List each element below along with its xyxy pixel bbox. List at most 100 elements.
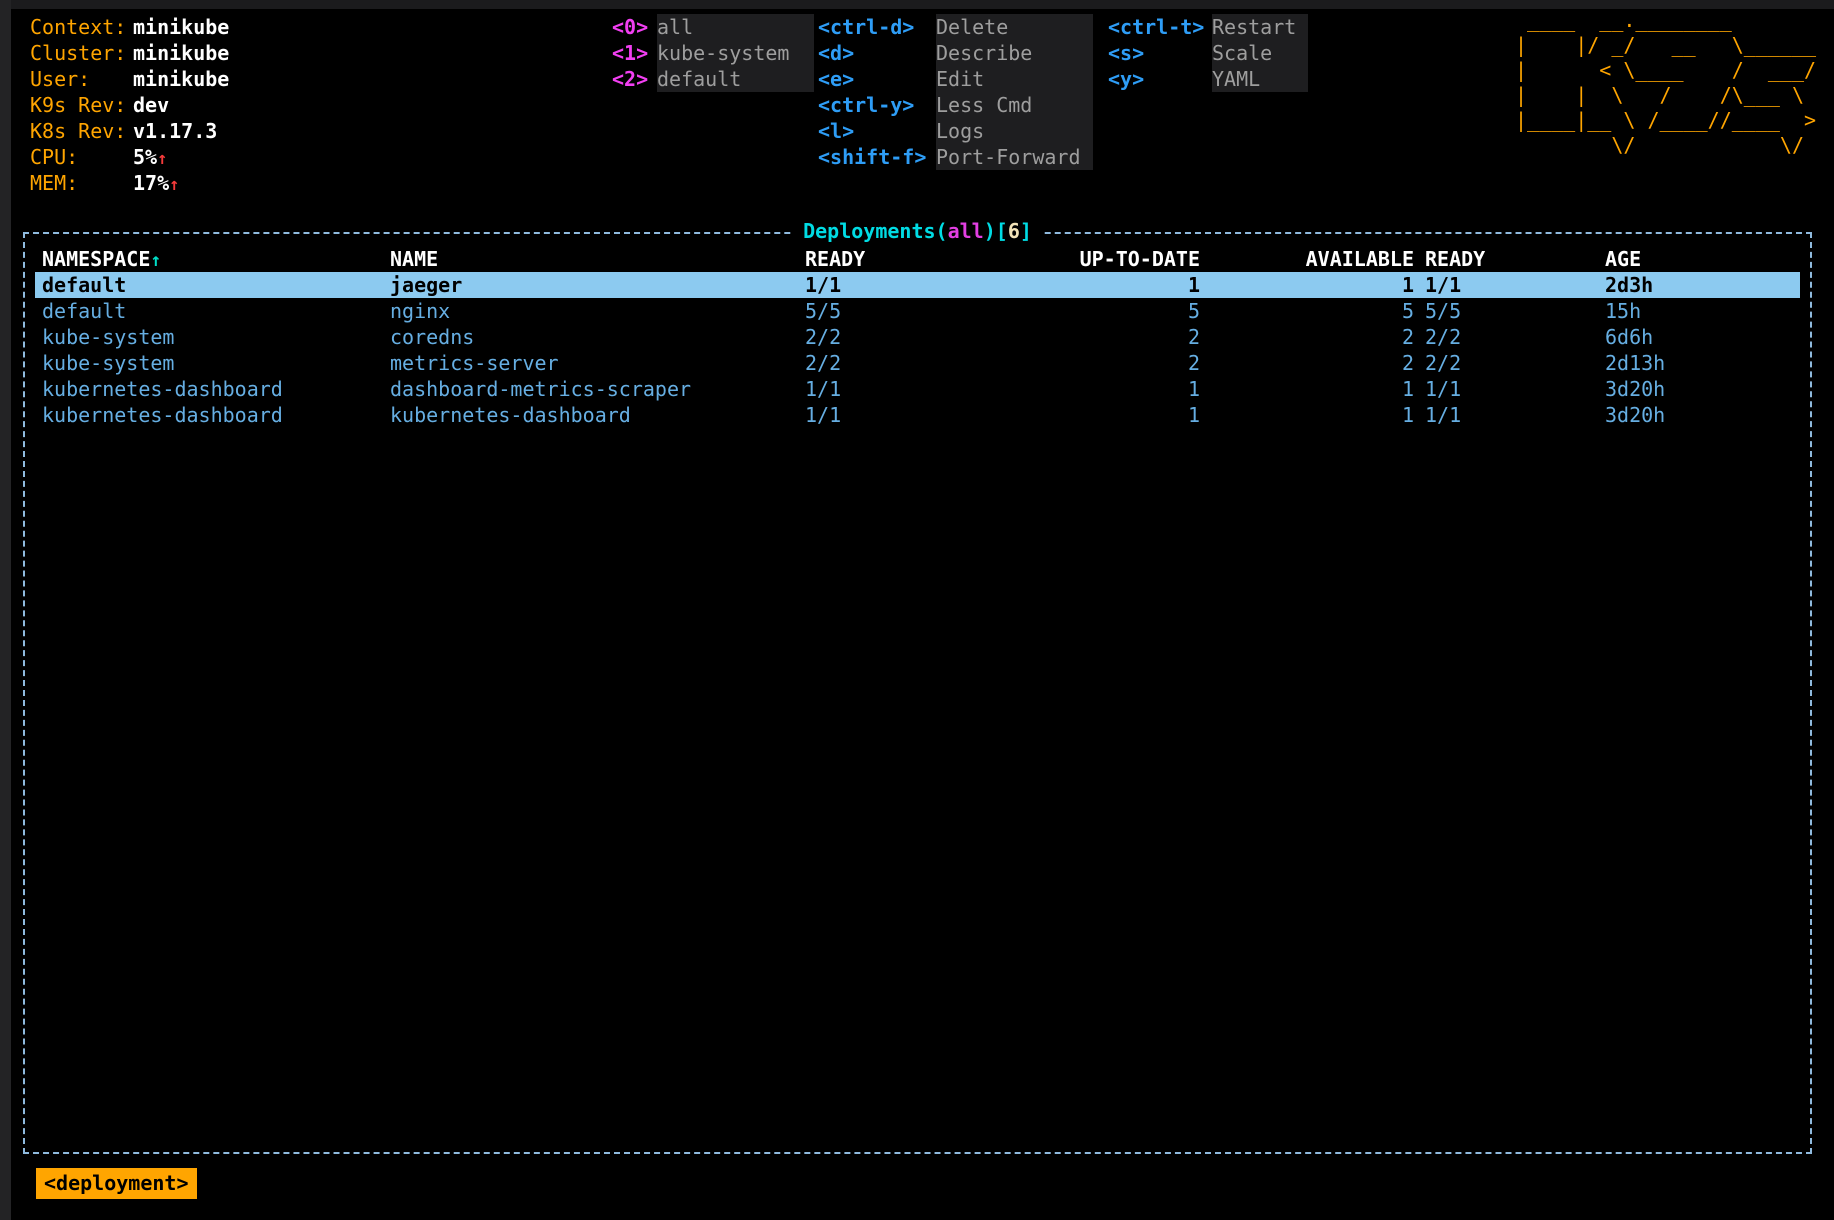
cell-ready: 1/1 xyxy=(805,272,1058,298)
shortcut-restart[interactable]: <ctrl-t>Restart xyxy=(1108,14,1308,40)
table-row-coredns[interactable]: kube-system coredns 2/2 2 2 2/2 6d6h xyxy=(35,324,1800,350)
logo-line: | < \____ / ___/ xyxy=(1515,58,1816,83)
shortcut-label: kube-system xyxy=(657,40,814,66)
shortcut-delete[interactable]: <ctrl-d>Delete xyxy=(818,14,1093,40)
info-value: dev xyxy=(133,93,169,117)
info-k9s-rev: K9s Rev:dev xyxy=(30,92,229,118)
cell-ready: 2/2 xyxy=(805,350,1058,376)
shortcut-label: YAML xyxy=(1212,66,1308,92)
info-user: User:minikube xyxy=(30,66,229,92)
column-header-ready2: READY xyxy=(1414,246,1605,272)
info-label: K8s Rev: xyxy=(30,118,133,144)
logo-line: ____ __.________ xyxy=(1515,8,1816,33)
info-label: Context: xyxy=(30,14,133,40)
shortcut-port-forward[interactable]: <shift-f>Port-Forward xyxy=(818,144,1093,170)
info-value: 5% xyxy=(133,145,157,169)
cell-available: 1 xyxy=(1200,272,1414,298)
cell-name: kubernetes-dashboard xyxy=(390,402,805,428)
deployments-panel: Deployments(all)[6] NAMESPACE↑ NAME READ… xyxy=(23,232,1812,1154)
shortcut-label: default xyxy=(657,66,814,92)
info-label: User: xyxy=(30,66,133,92)
deployments-table: NAMESPACE↑ NAME READY UP-TO-DATE AVAILAB… xyxy=(35,246,1800,428)
info-label: CPU: xyxy=(30,144,133,170)
cell-name: coredns xyxy=(390,324,805,350)
panel-title-punct: ] xyxy=(1020,219,1032,243)
shortcut-key: <ctrl-t> xyxy=(1108,14,1212,40)
cell-age: 6d6h xyxy=(1605,324,1800,350)
namespace-shortcut-kube-system[interactable]: <1>kube-system xyxy=(612,40,814,66)
cell-name: metrics-server xyxy=(390,350,805,376)
cell-ready: 1/1 xyxy=(805,376,1058,402)
action-shortcut-menu-2: <ctrl-t>Restart <s>Scale <y>YAML xyxy=(1108,14,1308,92)
cell-up-to-date: 1 xyxy=(1058,272,1200,298)
panel-title: Deployments(all)[6] xyxy=(793,219,1042,243)
cell-age: 2d13h xyxy=(1605,350,1800,376)
cell-age: 3d20h xyxy=(1605,376,1800,402)
namespace-shortcut-all[interactable]: <0>all xyxy=(612,14,814,40)
shortcut-edit[interactable]: <e>Edit xyxy=(818,66,1093,92)
cell-namespace: default xyxy=(35,272,390,298)
logo-line: |____|__ \ /____//____ > xyxy=(1515,108,1816,133)
cell-namespace: kubernetes-dashboard xyxy=(35,376,390,402)
namespace-shortcut-menu: <0>all <1>kube-system <2>default xyxy=(612,14,814,92)
info-label: K9s Rev: xyxy=(30,92,133,118)
namespace-shortcut-default[interactable]: <2>default xyxy=(612,66,814,92)
info-cpu: CPU:5%↑ xyxy=(30,144,229,170)
info-value: minikube xyxy=(133,15,229,39)
cell-name: dashboard-metrics-scraper xyxy=(390,376,805,402)
shortcut-label: Port-Forward xyxy=(936,144,1093,170)
breadcrumb-deployment[interactable]: <deployment> xyxy=(36,1168,197,1199)
cell-available: 2 xyxy=(1200,350,1414,376)
shortcut-yaml[interactable]: <y>YAML xyxy=(1108,66,1308,92)
cell-ready2: 5/5 xyxy=(1414,298,1605,324)
table-row-kubernetes-dashboard[interactable]: kubernetes-dashboard kubernetes-dashboar… xyxy=(35,402,1800,428)
cell-ready: 5/5 xyxy=(805,298,1058,324)
panel-title-punct: ( xyxy=(936,219,948,243)
panel-title-filter: all xyxy=(948,219,984,243)
shortcut-describe[interactable]: <d>Describe xyxy=(818,40,1093,66)
panel-title-resource: Deployments xyxy=(803,219,935,243)
shortcut-less-cmd[interactable]: <ctrl-y>Less Cmd xyxy=(818,92,1093,118)
action-shortcut-menu-1: <ctrl-d>Delete <d>Describe <e>Edit <ctrl… xyxy=(818,14,1093,170)
shortcut-label: Less Cmd xyxy=(936,92,1093,118)
info-value: minikube xyxy=(133,67,229,91)
shortcut-label: all xyxy=(657,14,814,40)
shortcut-logs[interactable]: <l>Logs xyxy=(818,118,1093,144)
logo-line: \/ \/ xyxy=(1515,133,1816,158)
column-header-age: AGE xyxy=(1605,246,1800,272)
shortcut-key: <l> xyxy=(818,118,936,144)
cell-age: 15h xyxy=(1605,298,1800,324)
column-header-name: NAME xyxy=(390,246,805,272)
cell-available: 5 xyxy=(1200,298,1414,324)
info-label: MEM: xyxy=(30,170,133,196)
panel-title-punct: [ xyxy=(996,219,1008,243)
table-row-dashboard-metrics-scraper[interactable]: kubernetes-dashboard dashboard-metrics-s… xyxy=(35,376,1800,402)
cpu-up-arrow-icon: ↑ xyxy=(157,149,167,169)
table-row-metrics-server[interactable]: kube-system metrics-server 2/2 2 2 2/2 2… xyxy=(35,350,1800,376)
panel-title-punct: ) xyxy=(984,219,996,243)
table-row-nginx[interactable]: default nginx 5/5 5 5 5/5 15h xyxy=(35,298,1800,324)
table-row-jaeger[interactable]: default jaeger 1/1 1 1 1/1 2d3h xyxy=(35,272,1800,298)
cell-name: jaeger xyxy=(390,272,805,298)
cell-ready2: 1/1 xyxy=(1414,402,1605,428)
shortcut-key: <ctrl-d> xyxy=(818,14,936,40)
breadcrumb: <deployment> xyxy=(36,1168,197,1199)
table-header-row: NAMESPACE↑ NAME READY UP-TO-DATE AVAILAB… xyxy=(35,246,1800,272)
cell-up-to-date: 2 xyxy=(1058,324,1200,350)
column-header-up-to-date: UP-TO-DATE xyxy=(1058,246,1200,272)
shortcut-label: Edit xyxy=(936,66,1093,92)
column-header-namespace: NAMESPACE↑ xyxy=(35,246,390,272)
column-header-available: AVAILABLE xyxy=(1200,246,1414,272)
cell-available: 1 xyxy=(1200,376,1414,402)
shortcut-label: Logs xyxy=(936,118,1093,144)
shortcut-key: <0> xyxy=(612,14,657,40)
shortcut-key: <ctrl-y> xyxy=(818,92,936,118)
shortcut-scale[interactable]: <s>Scale xyxy=(1108,40,1308,66)
cell-ready: 1/1 xyxy=(805,402,1058,428)
k9s-ascii-logo: ____ __.________ | |/ _/ __ \______ | < … xyxy=(1515,8,1816,158)
info-cluster: Cluster:minikube xyxy=(30,40,229,66)
shortcut-label: Scale xyxy=(1212,40,1308,66)
cell-up-to-date: 2 xyxy=(1058,350,1200,376)
shortcut-label: Restart xyxy=(1212,14,1308,40)
info-value: 17% xyxy=(133,171,169,195)
